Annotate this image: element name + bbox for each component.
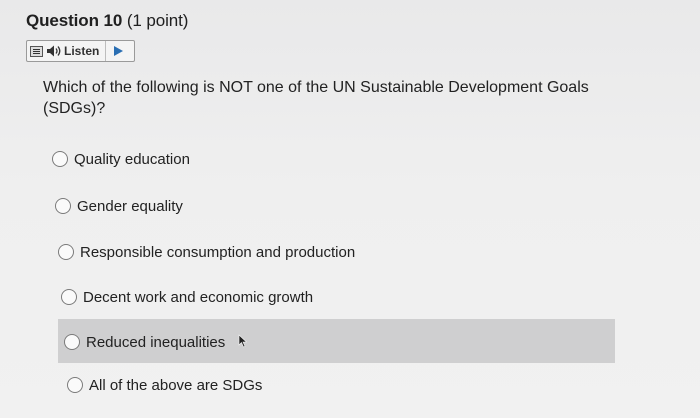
listen-divider [105,41,107,61]
mouse-cursor-icon [238,334,248,348]
question-title: Question 10 (1 point) [26,11,188,31]
answer-option-label[interactable]: Responsible consumption and production [80,244,355,261]
radio-button[interactable] [67,377,83,393]
radio-button[interactable] [64,334,80,350]
answer-option[interactable]: Responsible consumption and production [58,239,355,265]
listen-widget[interactable]: Listen [26,40,135,62]
quiz-question-panel: Question 10 (1 point) Listen Which of th… [0,0,700,418]
listen-label[interactable]: Listen [64,44,99,58]
radio-button[interactable] [55,198,71,214]
radio-button[interactable] [61,289,77,305]
radio-button[interactable] [58,244,74,260]
answer-option-label[interactable]: Decent work and economic growth [83,289,313,306]
answer-option-label[interactable]: Gender equality [77,198,183,215]
answer-option[interactable]: All of the above are SDGs [67,372,262,398]
speaker-icon [46,44,62,58]
question-points: (1 point) [126,11,189,30]
question-number: Question 10 [26,11,123,30]
answer-option[interactable]: Decent work and economic growth [61,284,313,310]
answer-option[interactable]: Gender equality [55,193,183,219]
radio-button[interactable] [52,151,68,167]
question-prompt: Which of the following is NOT one of the… [43,79,589,117]
answer-option[interactable]: Quality education [52,146,190,172]
answer-option-label[interactable]: All of the above are SDGs [89,377,262,394]
menu-icon[interactable] [30,45,43,57]
answer-option-label[interactable]: Quality education [74,151,190,168]
play-icon[interactable] [114,46,124,56]
answer-option-label[interactable]: Reduced inequalities [86,334,225,351]
answer-option[interactable]: Reduced inequalities [64,329,225,355]
